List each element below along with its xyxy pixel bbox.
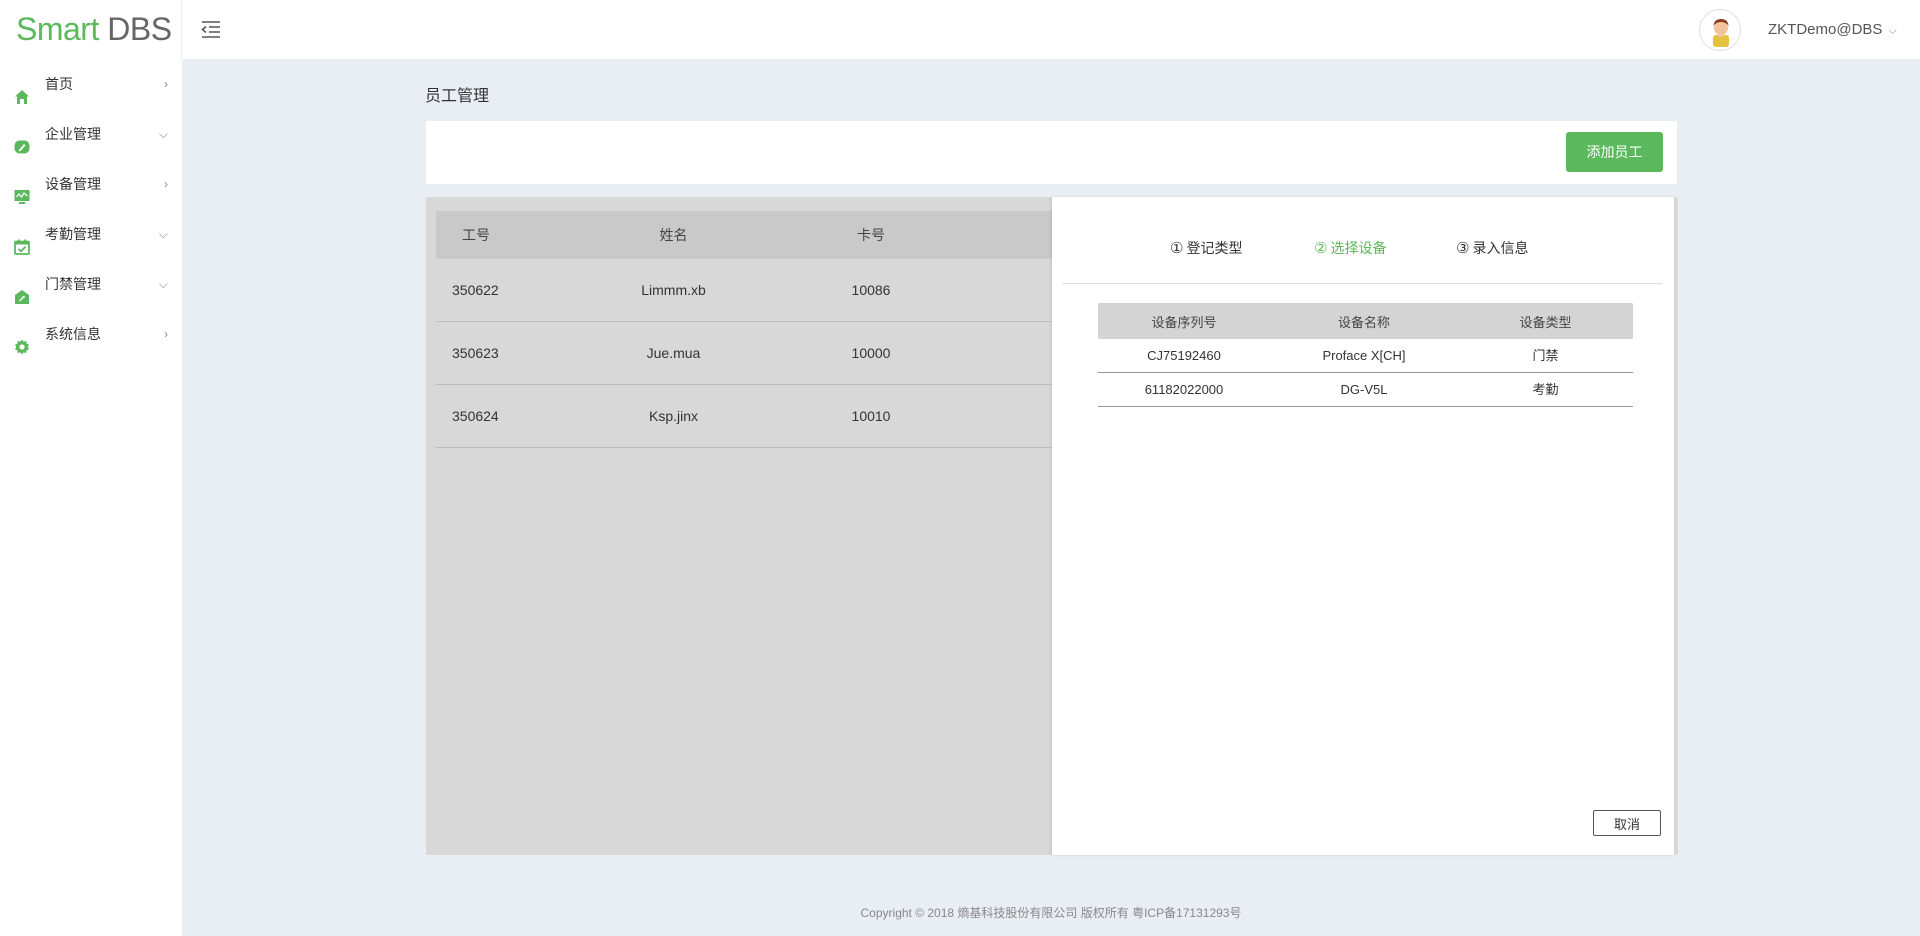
cell-serial: 61182022000 xyxy=(1144,382,1224,397)
step-label: 录入信息 xyxy=(1472,240,1529,256)
sidebar-item-attendance[interactable]: 考勤管理 ⌵ xyxy=(0,209,182,259)
chevron-right-icon: › xyxy=(164,327,168,341)
step-enter-info[interactable]: ③ 录入信息 xyxy=(1456,238,1528,258)
cell-card: 10010 xyxy=(851,408,891,424)
add-employee-button[interactable]: 添加员工 xyxy=(1566,132,1663,172)
home-icon xyxy=(14,76,30,104)
chevron-right-icon: › xyxy=(164,177,168,191)
chevron-down-icon: ⌵ xyxy=(158,227,168,241)
chevron-right-icon: › xyxy=(164,77,168,91)
door-icon xyxy=(14,276,30,304)
sidebar-item-label: 系统信息 xyxy=(45,326,101,342)
top-bar: Smart DBS ZKTDemo@DBS ⌵ xyxy=(0,0,1920,59)
sidebar-item-label: 考勤管理 xyxy=(45,226,101,242)
user-menu[interactable]: ZKTDemo@DBS ⌵ xyxy=(1768,0,1897,59)
employee-table: 工号 姓名 卡号 350622 Limmm.xb 10086 350623 Ju… xyxy=(436,211,1053,448)
device-table: 设备序列号 设备名称 设备类型 CJ75192460 Proface X[CH]… xyxy=(1098,303,1633,407)
table-row[interactable]: 350624 Ksp.jinx 10010 xyxy=(436,385,1053,448)
monitor-icon xyxy=(14,176,30,204)
wizard-steps: ① 登记类型 ② 选择设备 ③ 录入信息 xyxy=(1062,197,1662,284)
avatar[interactable] xyxy=(1699,9,1741,51)
step-number: ③ xyxy=(1456,240,1470,257)
cell-name: Ksp.jinx xyxy=(648,408,699,424)
column-header-device-name: 设备名称 xyxy=(1337,315,1390,330)
sidebar-item-home[interactable]: 首页 › xyxy=(0,59,182,109)
step-label: 登记类型 xyxy=(1186,240,1243,256)
column-header-id[interactable]: 工号 xyxy=(436,211,576,259)
column-header-card[interactable]: 卡号 xyxy=(771,211,971,259)
brand-logo[interactable]: Smart DBS xyxy=(0,0,182,59)
step-number: ① xyxy=(1170,240,1184,257)
page-title: 员工管理 xyxy=(425,88,490,105)
gear-icon xyxy=(14,326,30,355)
add-employee-dialog: ① 登记类型 ② 选择设备 ③ 录入信息 设备序列号 设备名称 设备类型 CJ7519… xyxy=(1052,197,1674,855)
sidebar: 首页 › 企业管理 ⌵ 设备管理 › 考勤管理 ⌵ 门禁管理 ⌵ 系统信息 › xyxy=(0,59,182,936)
cell-device-name: DG-V5L xyxy=(1340,382,1388,397)
footer-copyright: Copyright © 2018 熵基科技股份有限公司 版权所有 粤ICP备17… xyxy=(860,906,1242,920)
column-header-name[interactable]: 姓名 xyxy=(576,211,771,259)
column-header-device-type: 设备类型 xyxy=(1519,315,1572,330)
cell-card: 10086 xyxy=(851,282,891,298)
step-register-type[interactable]: ① 登记类型 xyxy=(1170,238,1242,258)
table-row[interactable]: 350622 Limmm.xb 10086 xyxy=(436,259,1053,322)
toolbar: 添加员工 xyxy=(426,121,1677,184)
cell-name: Limmm.xb xyxy=(641,282,706,298)
sidebar-item-access[interactable]: 门禁管理 ⌵ xyxy=(0,259,182,309)
cell-card: 10000 xyxy=(851,345,891,361)
sidebar-item-label: 首页 xyxy=(45,76,73,92)
menu-collapse-icon[interactable] xyxy=(200,18,222,40)
device-row[interactable]: CJ75192460 Proface X[CH] 门禁 xyxy=(1098,339,1633,373)
sidebar-item-system[interactable]: 系统信息 › xyxy=(0,309,182,359)
cell-id: 350623 xyxy=(452,345,499,361)
table-header: 工号 姓名 卡号 xyxy=(436,211,1053,259)
cell-device-name: Proface X[CH] xyxy=(1322,348,1406,363)
user-name: ZKTDemo@DBS xyxy=(1768,21,1883,38)
cell-id: 350624 xyxy=(452,408,499,424)
table-row[interactable]: 350623 Jue.mua 10000 xyxy=(436,322,1053,385)
edit-icon xyxy=(14,126,30,154)
table-header: 设备序列号 设备名称 设备类型 xyxy=(1098,303,1633,339)
cancel-button[interactable]: 取消 xyxy=(1593,810,1661,836)
chevron-down-icon: ⌵ xyxy=(158,127,168,141)
device-row[interactable]: 61182022000 DG-V5L 考勤 xyxy=(1098,373,1633,407)
sidebar-item-label: 企业管理 xyxy=(45,126,101,142)
sidebar-item-label: 设备管理 xyxy=(45,176,101,192)
cell-name: Jue.mua xyxy=(646,345,701,361)
step-number: ② xyxy=(1314,240,1328,257)
chevron-down-icon: ⌵ xyxy=(1888,25,1897,37)
sidebar-item-label: 门禁管理 xyxy=(45,276,101,292)
cell-id: 350622 xyxy=(452,282,499,298)
chevron-down-icon: ⌵ xyxy=(158,277,168,291)
cell-device-type: 门禁 xyxy=(1532,348,1559,363)
brand-logo-dbs: DBS xyxy=(107,11,172,47)
calendar-icon xyxy=(14,226,30,255)
sidebar-item-device[interactable]: 设备管理 › xyxy=(0,159,182,209)
step-label: 选择设备 xyxy=(1330,240,1387,256)
cell-device-type: 考勤 xyxy=(1532,382,1559,397)
cell-serial: CJ75192460 xyxy=(1147,348,1221,363)
step-select-device[interactable]: ② 选择设备 xyxy=(1314,238,1386,258)
column-header-serial: 设备序列号 xyxy=(1151,315,1217,330)
sidebar-item-enterprise[interactable]: 企业管理 ⌵ xyxy=(0,109,182,159)
brand-logo-smart: Smart xyxy=(16,11,99,47)
